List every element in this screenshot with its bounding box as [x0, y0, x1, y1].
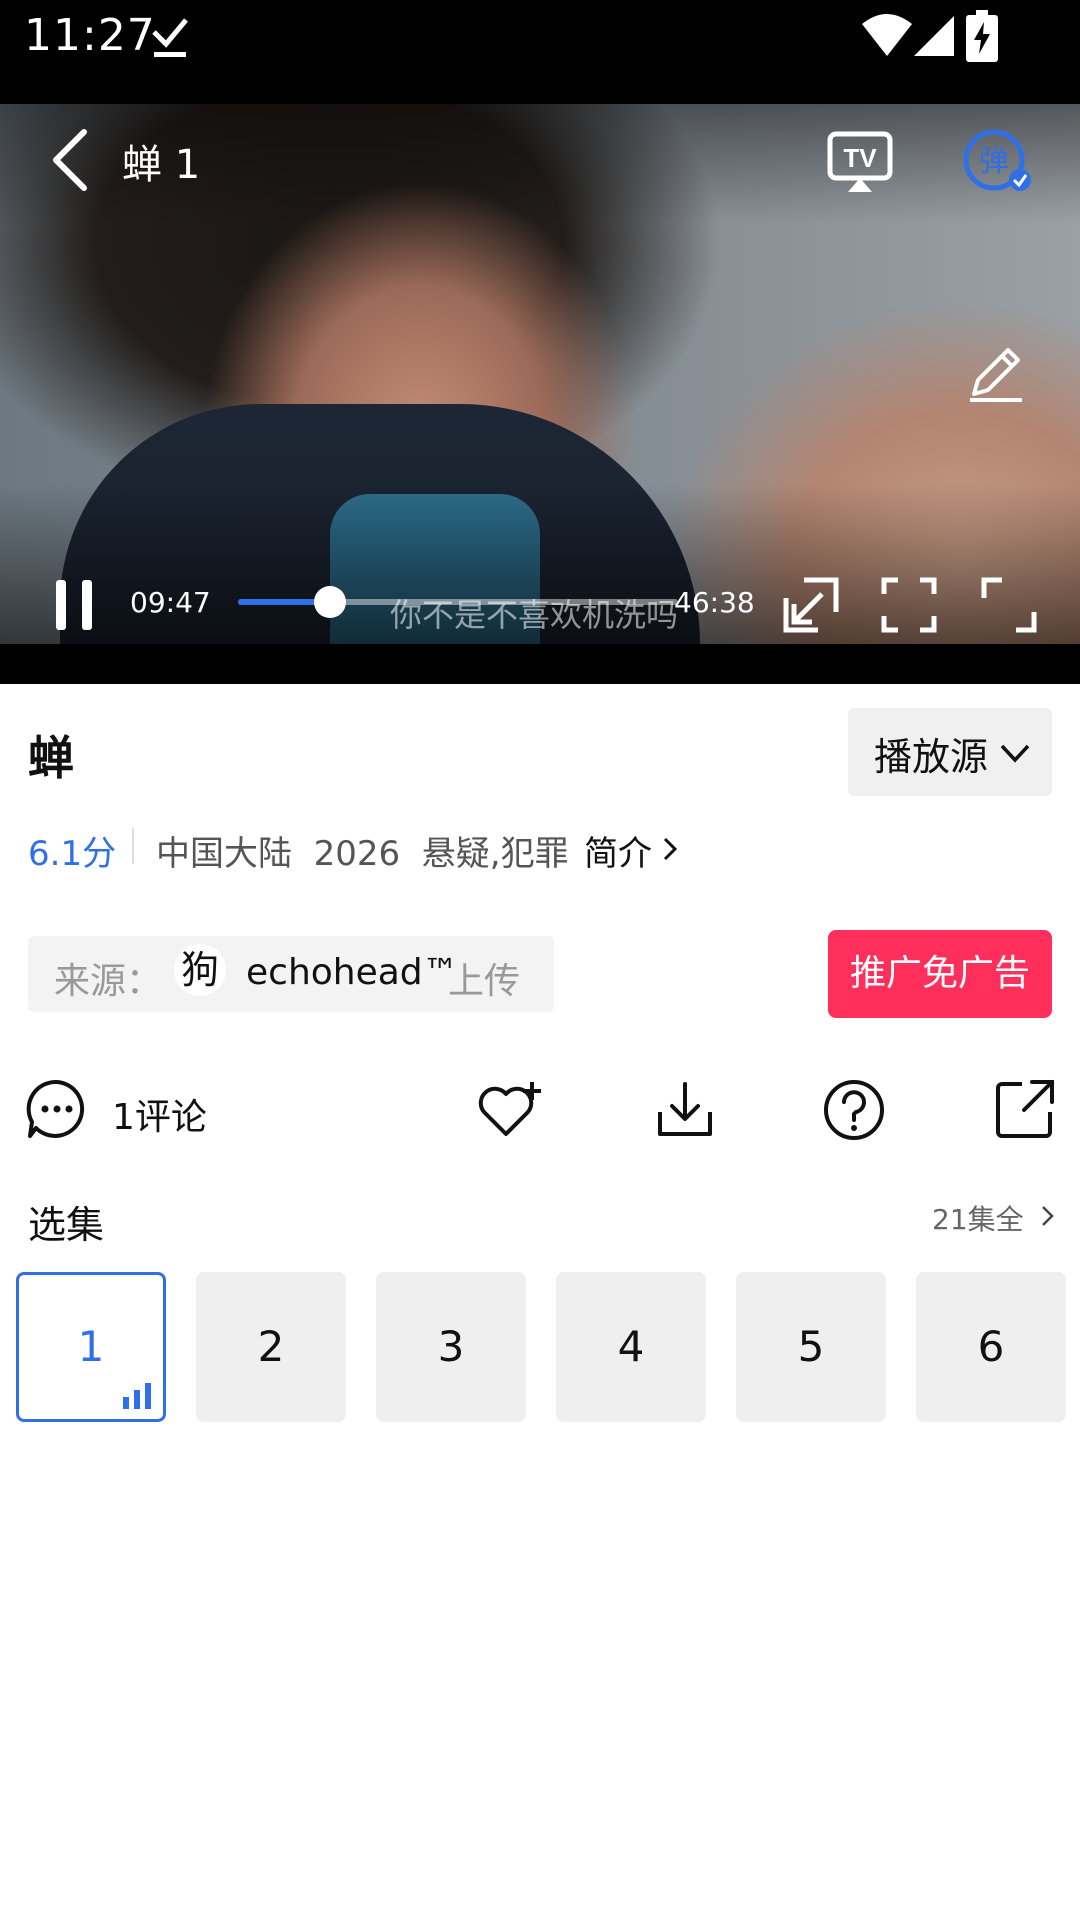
episode-number: 2	[257, 1322, 285, 1371]
episode-item[interactable]: 1	[16, 1272, 166, 1422]
episode-item[interactable]: 2	[196, 1272, 346, 1422]
episode-number: 3	[437, 1322, 465, 1371]
uploader-avatar: 狗	[174, 944, 226, 996]
meta-text: 中国大陆 2026 悬疑,犯罪	[156, 834, 569, 874]
download-icon[interactable]	[654, 1078, 716, 1140]
total-time: 46:38	[674, 586, 755, 619]
episode-item[interactable]: 5	[736, 1272, 886, 1422]
uploader-name: echohead™	[246, 952, 459, 993]
chevron-down-icon	[1000, 744, 1030, 763]
episode-item[interactable]: 4	[556, 1272, 706, 1422]
episode-number: 4	[617, 1322, 645, 1371]
uploader-suffix: 上传	[448, 961, 521, 1002]
episode-item[interactable]: 3	[376, 1272, 526, 1422]
download-done-icon	[152, 18, 188, 57]
player-bottom-strip	[0, 644, 1080, 684]
show-title: 蝉	[28, 731, 74, 785]
video-title: 蝉 1	[122, 142, 201, 188]
signal-icon	[914, 16, 954, 56]
now-playing-bars-icon	[123, 1383, 151, 1409]
battery-charging-icon	[966, 10, 998, 62]
tv-cast-icon[interactable]: TV	[824, 126, 896, 198]
source-picker-label: 播放源	[874, 735, 989, 779]
episode-number: 5	[797, 1322, 825, 1371]
pip-icon[interactable]	[782, 576, 840, 634]
promo-remove-ads-button[interactable]: 推广免广告	[828, 930, 1052, 1018]
episode-item[interactable]: 6	[916, 1272, 1066, 1422]
danmaku-toggle-button[interactable]: 弹	[960, 126, 1032, 198]
rating: 6.1分	[28, 834, 117, 874]
danmaku-label: 弹	[979, 144, 1009, 179]
chevron-right-icon	[663, 837, 678, 861]
back-button[interactable]	[40, 124, 100, 196]
favorite-add-icon[interactable]	[476, 1078, 542, 1140]
uploader-prefix: 来源：	[54, 961, 163, 1002]
intro-link[interactable]: 简介	[584, 826, 652, 875]
edit-pen-icon[interactable]	[964, 340, 1028, 404]
status-time: 11:27	[24, 10, 156, 61]
current-time: 09:47	[130, 586, 211, 619]
episodes-title: 选集	[28, 1203, 105, 1247]
fullscreen-icon[interactable]	[980, 576, 1038, 634]
svg-text:TV: TV	[843, 143, 877, 173]
share-icon[interactable]	[994, 1078, 1056, 1140]
wifi-icon	[862, 14, 912, 56]
episode-number: 6	[977, 1322, 1005, 1371]
help-icon[interactable]	[822, 1078, 886, 1142]
episodes-total-link[interactable]: 21集全	[932, 1198, 1024, 1238]
fit-screen-icon[interactable]	[880, 576, 938, 634]
comment-icon[interactable]	[26, 1078, 88, 1140]
subtitle-text: 你不是不喜欢机洗吗	[390, 596, 679, 634]
pause-button[interactable]	[50, 576, 102, 634]
meta-divider	[132, 828, 134, 864]
comment-count[interactable]: 1评论	[112, 1088, 207, 1140]
chevron-right-icon	[1042, 1206, 1054, 1226]
